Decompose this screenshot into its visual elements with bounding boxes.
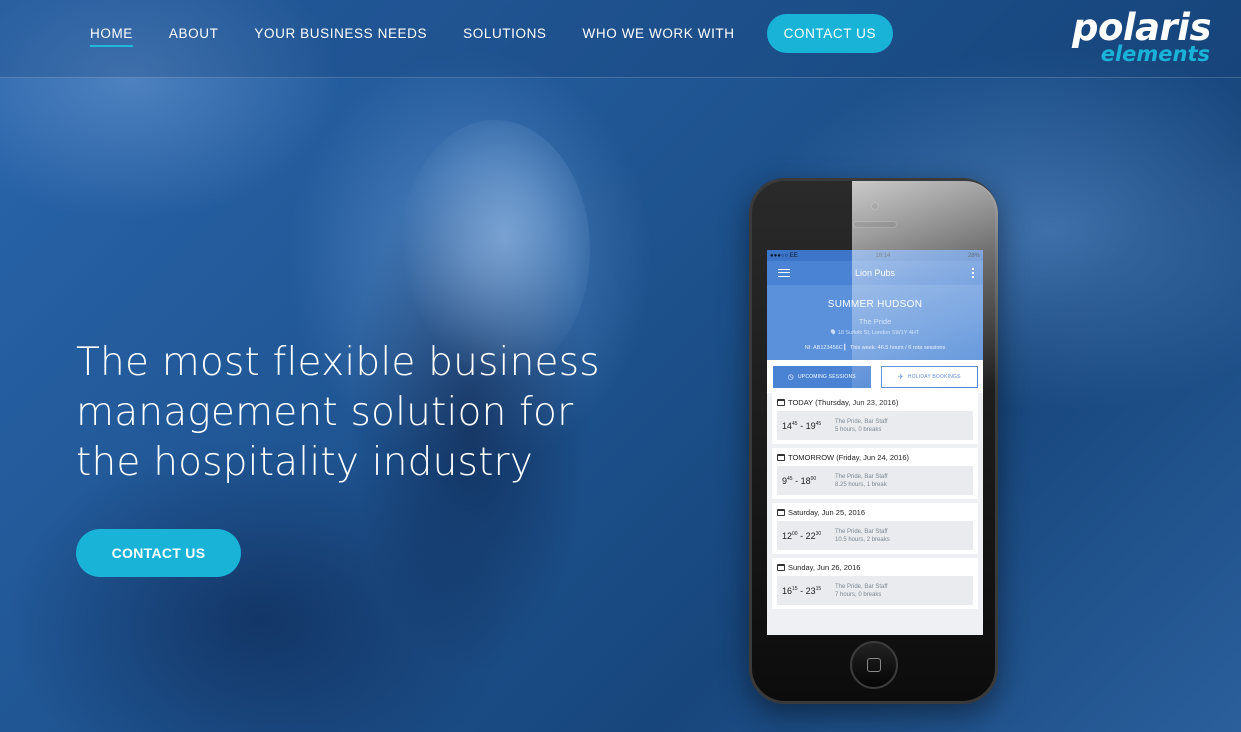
top-navigation-bar: HOME ABOUT YOUR BUSINESS NEEDS SOLUTIONS… xyxy=(0,0,1241,78)
calendar-icon xyxy=(777,564,785,571)
start-hour: 14 xyxy=(782,420,793,431)
shift-row[interactable]: 1615 - 2315 The Pride, Bar Staff 7 hours,… xyxy=(777,576,973,605)
day-title: Saturday, Jun 25, 2016 xyxy=(777,508,973,517)
day-title: Sunday, Jun 26, 2016 xyxy=(777,563,973,572)
calendar-icon xyxy=(777,454,785,461)
session-day-card: Sunday, Jun 26, 2016 1615 - 2315 The Pri… xyxy=(772,558,978,609)
shift-role: The Pride, Bar Staff xyxy=(835,528,888,535)
shift-row[interactable]: 1445 - 1945 The Pride, Bar Staff 5 hours,… xyxy=(777,411,973,440)
shift-time: 1200 - 2230 xyxy=(782,530,822,541)
end-hour: 22 xyxy=(805,530,816,541)
end-minute: 00 xyxy=(810,475,817,482)
phone-status-bar: ●●●○○ EE 18:14 28% xyxy=(767,250,983,261)
tab-holiday-label: HOLIDAY BOOKINGS xyxy=(907,374,961,380)
shift-time: 1615 - 2315 xyxy=(782,585,822,596)
shift-time: 1445 - 1945 xyxy=(782,420,822,431)
shift-details: The Pride, Bar Staff 7 hours, 0 breaks xyxy=(835,583,888,599)
plane-icon: ✈ xyxy=(897,374,904,381)
status-time: 18:14 xyxy=(875,252,891,259)
session-day-card: TOMORROW (Friday, Jun 24, 2016) 945 - 18… xyxy=(772,448,978,499)
nav-home[interactable]: HOME xyxy=(90,26,133,47)
venue-address-text: 18 Suffolk St, London SW1Y 4HT xyxy=(837,330,920,336)
shift-hours: 7 hours, 0 breaks xyxy=(835,591,882,598)
end-hour: 19 xyxy=(805,420,816,431)
home-square-icon xyxy=(867,658,881,672)
carrier-signal: ●●●○○ EE xyxy=(770,252,798,259)
nav-your-business-needs[interactable]: YOUR BUSINESS NEEDS xyxy=(254,26,427,41)
shift-row[interactable]: 1200 - 2230 The Pride, Bar Staff 10.5 hou… xyxy=(777,521,973,550)
tab-holiday-bookings[interactable]: ✈ HOLIDAY BOOKINGS xyxy=(880,366,978,388)
nav-who-we-work-with[interactable]: WHO WE WORK WITH xyxy=(583,26,735,41)
ni-and-hours-summary: NI: AB123456C ▎ This week: 46.5 hours / … xyxy=(804,345,946,351)
day-title-text: TODAY (Thursday, Jun 23, 2016) xyxy=(788,398,899,407)
shift-details: The Pride, Bar Staff 5 hours, 0 breaks xyxy=(835,418,888,434)
day-title-text: Saturday, Jun 25, 2016 xyxy=(788,508,865,517)
venue-address: 18 Suffolk St, London SW1Y 4HT xyxy=(767,328,983,336)
hamburger-menu-icon[interactable] xyxy=(778,269,790,277)
shift-hours: 8.25 hours, 1 break xyxy=(835,481,887,488)
employee-profile-header: SUMMER HUDSON The Pride 18 Suffolk St, L… xyxy=(767,285,983,360)
session-day-card: TODAY (Thursday, Jun 23, 2016) 1445 - 19… xyxy=(772,393,978,444)
nav-contact-us-button[interactable]: CONTACT US xyxy=(766,14,894,53)
nav-solutions[interactable]: SOLUTIONS xyxy=(463,26,546,41)
polaris-elements-logo[interactable]: polaris elements xyxy=(1072,8,1212,70)
session-tabs: ◷ UPCOMING SESSIONS ✈ HOLIDAY BOOKINGS xyxy=(767,360,983,393)
location-pin-icon xyxy=(829,328,836,335)
phone-camera-icon xyxy=(871,202,879,210)
day-title: TOMORROW (Friday, Jun 24, 2016) xyxy=(777,453,973,462)
start-minute: 45 xyxy=(792,420,798,427)
shift-hours: 5 hours, 0 breaks xyxy=(835,426,882,433)
employee-venue: The Pride xyxy=(858,317,892,326)
hero-contact-us-button[interactable]: CONTACT US xyxy=(76,529,241,577)
start-minute: 15 xyxy=(792,585,798,592)
tab-upcoming-label: UPCOMING SESSIONS xyxy=(797,374,856,380)
app-title: Lion Pubs xyxy=(854,268,896,278)
shift-time: 945 - 1800 xyxy=(782,475,817,486)
employee-name: SUMMER HUDSON xyxy=(827,299,923,310)
start-hour: 16 xyxy=(782,585,793,596)
shift-details: The Pride, Bar Staff 10.5 hours, 2 breaks xyxy=(835,528,890,544)
session-day-card: Saturday, Jun 25, 2016 1200 - 2230 The P… xyxy=(772,503,978,554)
end-minute: 30 xyxy=(815,530,822,537)
more-options-icon[interactable] xyxy=(972,268,974,278)
day-title-text: Sunday, Jun 26, 2016 xyxy=(788,563,861,572)
day-title: TODAY (Thursday, Jun 23, 2016) xyxy=(777,398,973,407)
battery-level: 28% xyxy=(967,252,980,259)
shift-role: The Pride, Bar Staff xyxy=(835,418,888,425)
shift-role: The Pride, Bar Staff xyxy=(835,583,888,590)
clock-icon: ◷ xyxy=(787,374,794,381)
app-title-bar: Lion Pubs xyxy=(767,261,983,285)
day-title-text: TOMORROW (Friday, Jun 24, 2016) xyxy=(788,453,910,462)
end-hour: 18 xyxy=(800,475,811,486)
phone-screen: ●●●○○ EE 18:14 28% Lion Pubs SUMMER HUDS… xyxy=(767,250,983,635)
shift-role: The Pride, Bar Staff xyxy=(835,473,888,480)
start-minute: 00 xyxy=(792,530,798,537)
hero-headline: The most flexible business management so… xyxy=(76,340,600,485)
phone-home-button xyxy=(850,641,898,689)
phone-speaker xyxy=(853,221,897,228)
calendar-icon xyxy=(777,399,785,406)
calendar-icon xyxy=(777,509,785,516)
end-minute: 15 xyxy=(815,585,822,592)
start-minute: 45 xyxy=(787,475,793,482)
logo-wordmark-elements: elements xyxy=(1100,42,1210,66)
end-hour: 23 xyxy=(805,585,816,596)
shift-details: The Pride, Bar Staff 8.25 hours, 1 break xyxy=(835,473,888,489)
start-hour: 12 xyxy=(782,530,793,541)
shift-hours: 10.5 hours, 2 breaks xyxy=(835,536,890,543)
tab-upcoming-sessions[interactable]: ◷ UPCOMING SESSIONS xyxy=(773,366,871,388)
end-minute: 45 xyxy=(815,420,822,427)
main-nav: HOME ABOUT YOUR BUSINESS NEEDS SOLUTIONS… xyxy=(90,14,894,53)
nav-about[interactable]: ABOUT xyxy=(169,26,219,41)
phone-mockup: ●●●○○ EE 18:14 28% Lion Pubs SUMMER HUDS… xyxy=(749,178,998,704)
shift-row[interactable]: 945 - 1800 The Pride, Bar Staff 8.25 hour… xyxy=(777,466,973,495)
